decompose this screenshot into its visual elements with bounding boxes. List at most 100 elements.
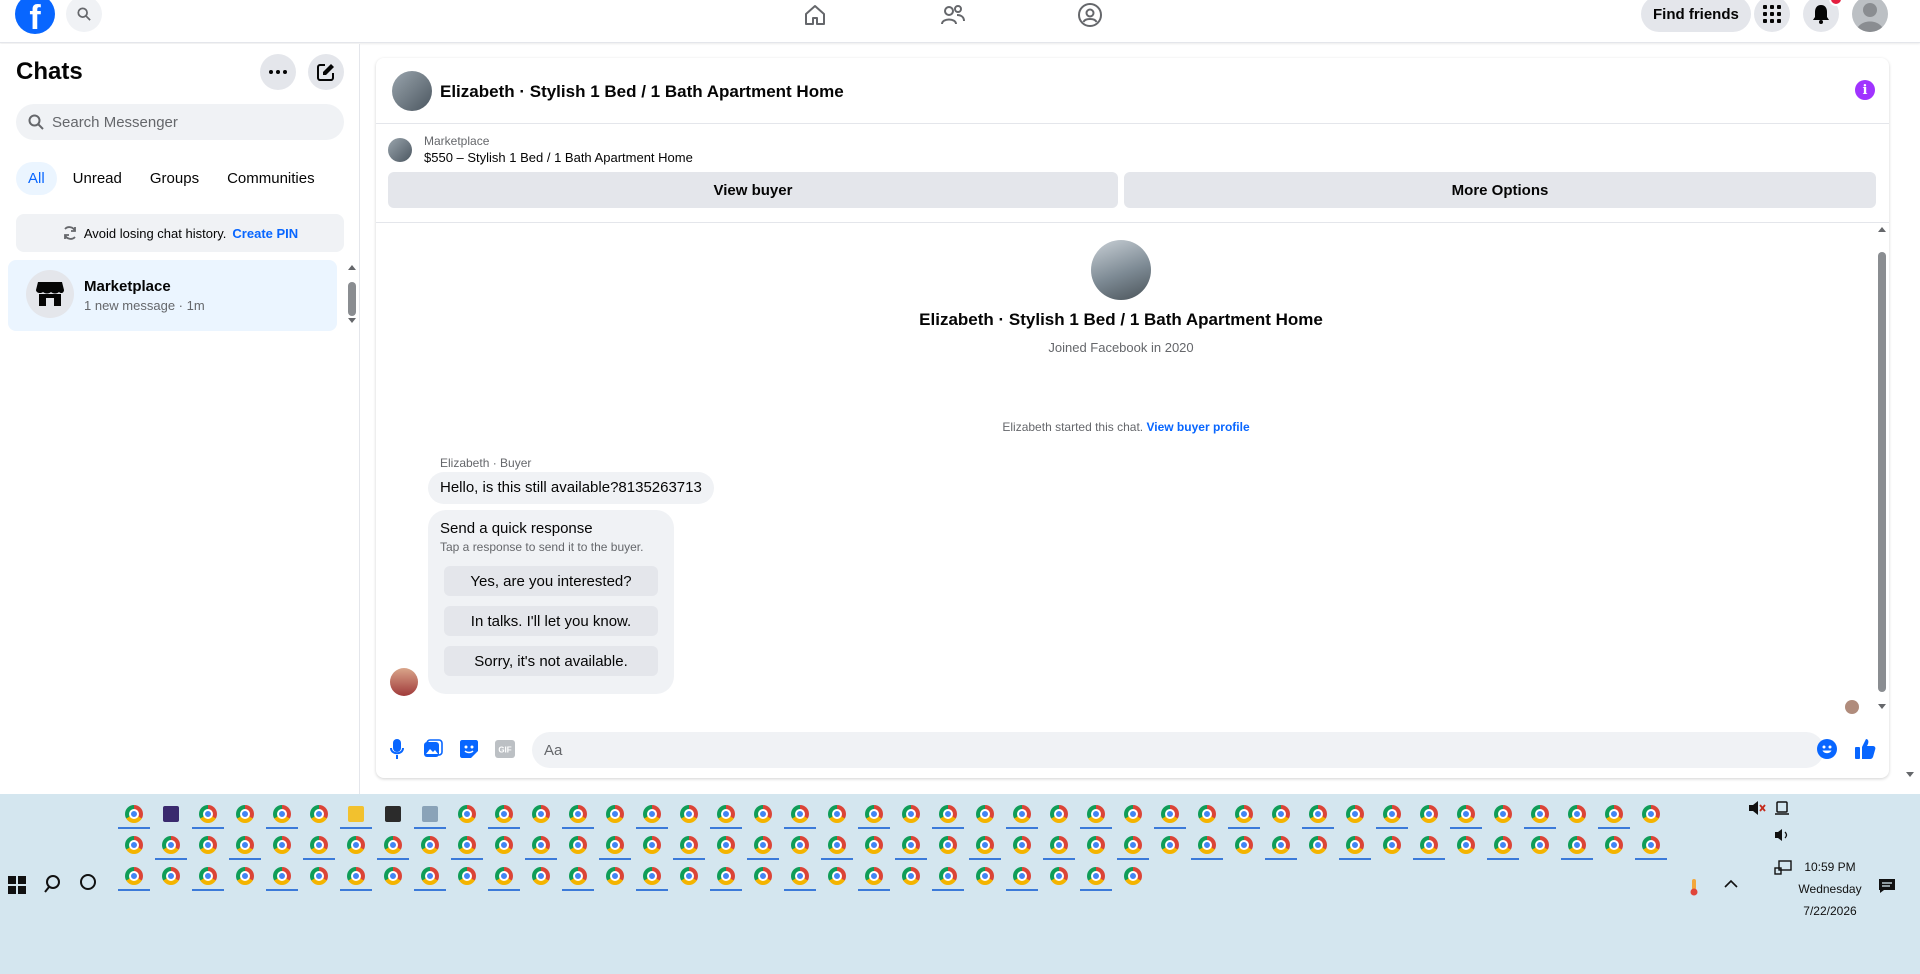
chrome-icon[interactable] xyxy=(782,830,818,860)
buyer-avatar[interactable] xyxy=(390,668,418,696)
network-app-icon[interactable] xyxy=(412,799,448,829)
sidebar-scroll-thumb[interactable] xyxy=(348,282,356,316)
speaker-muted-icon[interactable] xyxy=(1748,800,1766,819)
chrome-icon[interactable] xyxy=(116,799,152,829)
photo-icon[interactable] xyxy=(422,738,444,760)
chrome-icon[interactable] xyxy=(1263,830,1299,860)
chrome-icon[interactable] xyxy=(190,799,226,829)
chrome-icon[interactable] xyxy=(560,830,596,860)
menu-grid-icon[interactable] xyxy=(1754,0,1790,32)
quick-response-yes-button[interactable]: Yes, are you interested? xyxy=(444,566,658,596)
more-options-icon[interactable] xyxy=(260,54,296,90)
like-thumbs-up-icon[interactable] xyxy=(1854,738,1876,760)
microphone-icon[interactable] xyxy=(386,738,408,760)
chrome-icon[interactable] xyxy=(1152,830,1188,860)
chrome-icon[interactable] xyxy=(338,861,374,891)
chrome-icon[interactable] xyxy=(1300,830,1336,860)
chrome-icon[interactable] xyxy=(1152,799,1188,829)
listing-thumbnail[interactable] xyxy=(388,138,412,162)
chrome-icon[interactable] xyxy=(1374,830,1410,860)
chrome-icon[interactable] xyxy=(856,861,892,891)
filter-communities[interactable]: Communities xyxy=(215,162,327,195)
friends-icon[interactable] xyxy=(933,0,973,30)
chrome-icon[interactable] xyxy=(1596,830,1632,860)
search-messenger-field[interactable] xyxy=(16,104,344,140)
chrome-icon[interactable] xyxy=(1633,799,1669,829)
chrome-icon[interactable] xyxy=(1485,830,1521,860)
chrome-icon[interactable] xyxy=(1596,799,1632,829)
chrome-icon[interactable] xyxy=(745,861,781,891)
chrome-icon[interactable] xyxy=(560,799,596,829)
chrome-icon[interactable] xyxy=(782,861,818,891)
chrome-icon[interactable] xyxy=(1041,861,1077,891)
chrome-icon[interactable] xyxy=(782,799,818,829)
chrome-icon[interactable] xyxy=(375,830,411,860)
volume-icon[interactable] xyxy=(1774,828,1790,845)
chrome-icon[interactable] xyxy=(1078,799,1114,829)
chrome-icon[interactable] xyxy=(671,799,707,829)
weather-thermometer-icon[interactable] xyxy=(1686,878,1702,899)
chrome-icon[interactable] xyxy=(1115,799,1151,829)
chat-header-title[interactable]: Elizabeth · Stylish 1 Bed / 1 Bath Apart… xyxy=(440,82,844,102)
chrome-icon[interactable] xyxy=(1337,830,1373,860)
chrome-icon[interactable] xyxy=(153,830,189,860)
chrome-icon[interactable] xyxy=(412,861,448,891)
chrome-icon[interactable] xyxy=(708,830,744,860)
filter-all[interactable]: All xyxy=(16,162,57,195)
chrome-icon[interactable] xyxy=(1115,861,1151,891)
message-input[interactable] xyxy=(544,741,1784,759)
chrome-icon[interactable] xyxy=(597,799,633,829)
chrome-icon[interactable] xyxy=(1522,830,1558,860)
chrome-icon[interactable] xyxy=(597,861,633,891)
chrome-icon[interactable] xyxy=(190,861,226,891)
filter-groups[interactable]: Groups xyxy=(138,162,211,195)
chrome-icon[interactable] xyxy=(819,861,855,891)
chrome-icon[interactable] xyxy=(1559,830,1595,860)
chrome-icon[interactable] xyxy=(486,861,522,891)
chrome-icon[interactable] xyxy=(1041,830,1077,860)
view-buyer-button[interactable]: View buyer xyxy=(388,172,1118,208)
chrome-icon[interactable] xyxy=(486,799,522,829)
cortana-icon[interactable] xyxy=(80,874,96,890)
chrome-icon[interactable] xyxy=(819,830,855,860)
chrome-icon[interactable] xyxy=(634,861,670,891)
view-buyer-profile-link[interactable]: View buyer profile xyxy=(1146,420,1249,434)
chrome-icon[interactable] xyxy=(412,830,448,860)
file-explorer-icon[interactable] xyxy=(338,799,374,829)
chrome-icon[interactable] xyxy=(930,799,966,829)
profile-avatar[interactable] xyxy=(1852,0,1888,32)
chrome-icon[interactable] xyxy=(1226,830,1262,860)
chrome-icon[interactable] xyxy=(1115,830,1151,860)
chrome-icon[interactable] xyxy=(1633,830,1669,860)
chrome-icon[interactable] xyxy=(967,799,1003,829)
find-friends-button[interactable]: Find friends xyxy=(1641,0,1751,32)
notifications-bell-icon[interactable] xyxy=(1803,0,1843,32)
chrome-icon[interactable] xyxy=(856,799,892,829)
message-input-field[interactable] xyxy=(532,732,1824,768)
purple-app-icon[interactable] xyxy=(153,799,189,829)
sticker-icon[interactable] xyxy=(458,738,480,760)
chrome-icon[interactable] xyxy=(227,799,263,829)
chrome-icon[interactable] xyxy=(227,861,263,891)
chrome-icon[interactable] xyxy=(1004,861,1040,891)
chrome-icon[interactable] xyxy=(1374,799,1410,829)
chrome-icon[interactable] xyxy=(1041,799,1077,829)
chrome-icon[interactable] xyxy=(560,861,596,891)
chrome-icon[interactable] xyxy=(301,799,337,829)
chrome-icon[interactable] xyxy=(1078,861,1114,891)
more-options-button[interactable]: More Options xyxy=(1124,172,1876,208)
groups-icon[interactable] xyxy=(1070,0,1110,30)
sidebar-scrollbar[interactable] xyxy=(348,264,356,324)
chrome-icon[interactable] xyxy=(967,861,1003,891)
taskbar-search-icon[interactable] xyxy=(44,874,64,899)
chrome-icon[interactable] xyxy=(930,861,966,891)
chrome-icon[interactable] xyxy=(1522,799,1558,829)
chrome-icon[interactable] xyxy=(264,861,300,891)
chrome-icon[interactable] xyxy=(967,830,1003,860)
chrome-icon[interactable] xyxy=(523,861,559,891)
device-icon[interactable] xyxy=(1774,800,1790,819)
chrome-icon[interactable] xyxy=(1263,799,1299,829)
conversation-marketplace[interactable]: Marketplace 1 new message · 1m xyxy=(8,260,337,331)
chrome-icon[interactable] xyxy=(338,830,374,860)
chrome-icon[interactable] xyxy=(301,830,337,860)
